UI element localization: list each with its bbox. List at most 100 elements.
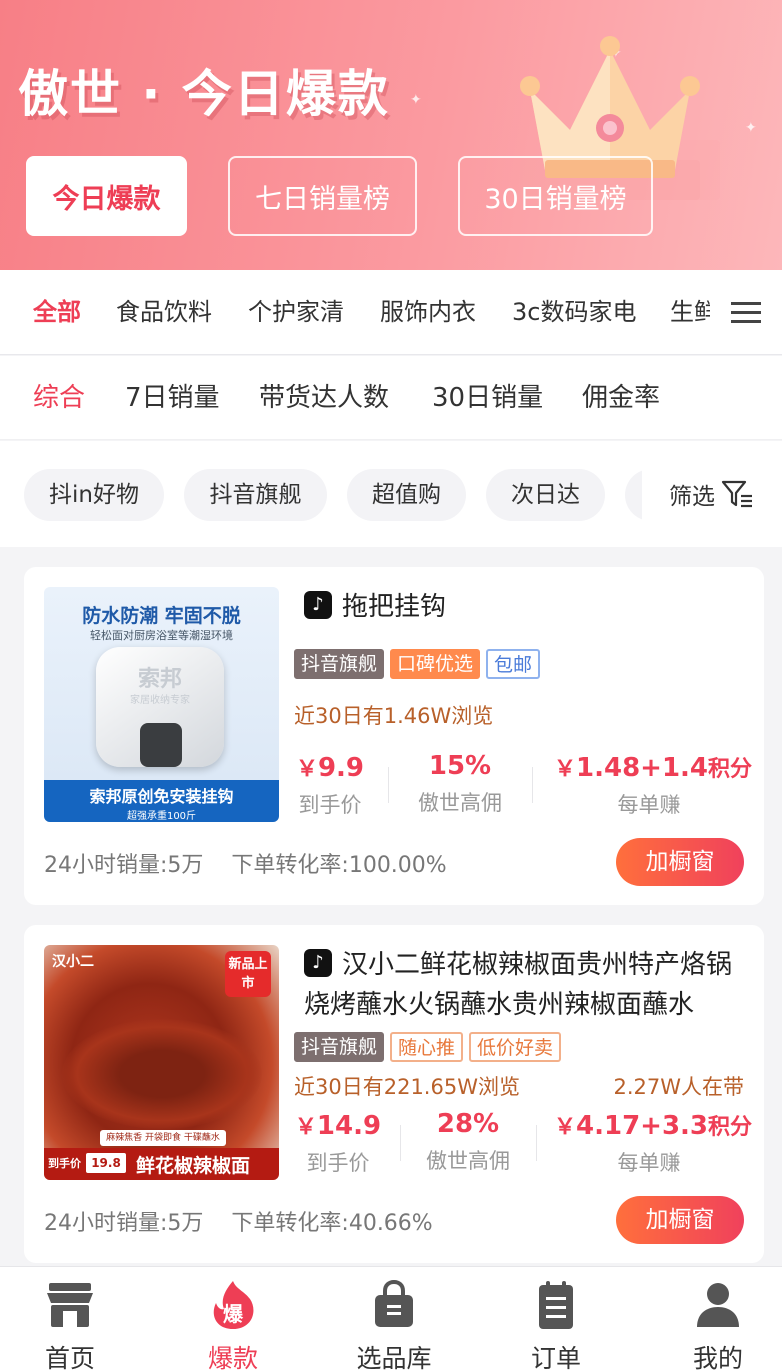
sales-footer: 24小时销量:5万 下单转化率:40.66%	[44, 1205, 433, 1237]
tag-random-promote: 随心推	[390, 1032, 464, 1062]
sort-seven-day-sales[interactable]: 7日销量	[125, 356, 220, 440]
store-icon	[47, 1283, 93, 1327]
image-subtext: 轻松面对厨房浴室等潮湿环境	[90, 629, 233, 642]
price-value: 9.9	[317, 753, 365, 783]
sparkle-icon: ✦	[745, 120, 757, 136]
earn-metric: ￥1.48+1.4积分 每单赚	[554, 753, 753, 817]
image-brand-sub: 家居收纳专家	[130, 695, 190, 706]
earn-value: 1.48+1.4	[576, 753, 709, 783]
price-label: 到手价	[306, 1151, 370, 1175]
nav-product-library[interactable]: 选品库	[316, 1267, 472, 1370]
earn-metric: ￥4.17+3.3积分 每单赚	[554, 1111, 753, 1175]
divider	[536, 1125, 537, 1161]
header-banner: ✦ ✦ ✦ 傲世 · 今日爆款 今日爆款 七日销量榜 30日销量榜	[0, 0, 782, 270]
nav-product-library-label: 选品库	[356, 1344, 432, 1370]
chip-value-buy[interactable]: 超值购	[347, 469, 466, 521]
image-banner-sub: 超强承重100斤	[126, 811, 197, 822]
user-icon	[697, 1283, 739, 1327]
sales-24h: 24小时销量:5万	[44, 1211, 204, 1236]
sort-commission-rate[interactable]: 佣金率	[582, 356, 660, 440]
earn-label: 每单赚	[617, 1151, 681, 1175]
chip-douyin-flagship[interactable]: 抖音旗舰	[184, 469, 327, 521]
category-all[interactable]: 全部	[33, 270, 81, 354]
product-card[interactable]: 防水防潮 牢固不脱 轻松面对厨房浴室等潮湿环境 索邦 家居收纳专家 索邦原创免安…	[24, 567, 764, 905]
hamburger-menu-icon[interactable]	[710, 270, 782, 354]
price-label: 到手价	[298, 793, 362, 817]
add-to-showcase-button[interactable]: 加橱窗	[616, 1196, 744, 1244]
tab-today-hot[interactable]: 今日爆款	[26, 156, 187, 236]
nav-profile[interactable]: 我的	[640, 1267, 782, 1370]
category-3c-electronics[interactable]: 3c数码家电	[512, 270, 636, 354]
product-title[interactable]: 汉小二鲜花椒辣椒面贵州特产烙锅烧烤蘸水火锅蘸水贵州辣椒面蘸水	[304, 945, 744, 1025]
image-brand: 汉小二	[52, 954, 94, 970]
sales-footer: 24小时销量:5万 下单转化率:100.00%	[44, 847, 447, 879]
category-apparel[interactable]: 服饰内衣	[380, 270, 476, 354]
sort-thirty-day-sales[interactable]: 30日销量	[432, 356, 543, 440]
product-image[interactable]: 汉小二 新品上市 麻辣焦香 开袋即食 干碟蘸水 到手价 19.8 鲜花椒辣椒面	[44, 945, 279, 1180]
product-title-text: 拖把挂钩	[342, 592, 447, 622]
hook-device: 索邦 家居收纳专家	[96, 647, 224, 767]
category-food-drink[interactable]: 食品饮料	[116, 270, 212, 354]
earn-suffix: 积分	[708, 757, 753, 782]
tag-low-price: 低价好卖	[469, 1032, 562, 1062]
image-headline: 防水防潮 牢固不脱	[82, 605, 241, 627]
product-title-text: 汉小二鲜花椒辣椒面贵州特产烙锅烧烤蘸水火锅蘸水贵州辣椒面蘸水	[304, 950, 733, 1020]
tag-row: 抖音旗舰 随心推 低价好卖	[294, 1032, 562, 1062]
tab-thirty-day-sales[interactable]: 30日销量榜	[458, 156, 653, 236]
commission-label: 傲世高佣	[418, 791, 502, 815]
chip-next-day[interactable]: 次日达	[486, 469, 605, 521]
divider	[532, 767, 533, 803]
image-badge: 新品上市	[225, 951, 271, 997]
sort-bar: 综合 7日销量 带货达人数 30日销量 佣金率	[0, 356, 782, 440]
nav-orders-label: 订单	[530, 1344, 581, 1370]
tag-douyin-flagship: 抖音旗舰	[294, 1032, 385, 1062]
filter-button[interactable]: 筛选	[642, 441, 782, 547]
nav-home[interactable]: 首页	[0, 1267, 148, 1370]
shopping-bag-icon	[375, 1279, 413, 1327]
divider	[388, 767, 389, 803]
image-banner-text: 鲜花椒辣椒面	[136, 1155, 251, 1177]
image-banner-text: 索邦原创免安装挂钩	[89, 787, 234, 806]
filter-chip-bar: 抖in好物 抖音旗舰 超值购 次日达 筛选	[0, 441, 782, 547]
commission-label: 傲世高佣	[426, 1149, 510, 1173]
tag-reputation: 口碑优选	[390, 649, 481, 679]
image-brand: 索邦	[137, 667, 182, 692]
views-text: 近30日有221.65W浏览	[294, 1075, 520, 1099]
image-price-tag: 到手价	[48, 1157, 81, 1170]
image-slogan: 麻辣焦香 开袋即食 干碟蘸水	[100, 1130, 226, 1146]
sales-24h: 24小时销量:5万	[44, 853, 204, 878]
commission-value: 28%	[436, 1109, 500, 1139]
douyin-icon	[304, 591, 332, 619]
product-title[interactable]: 拖把挂钩	[304, 587, 744, 627]
nav-orders[interactable]: 订单	[478, 1267, 634, 1370]
product-card[interactable]: 汉小二 新品上市 麻辣焦香 开袋即食 干碟蘸水 到手价 19.8 鲜花椒辣椒面 …	[24, 925, 764, 1263]
bottom-navigation: 首页 爆 爆款 选品库 订单 我的	[0, 1266, 782, 1370]
filter-label: 筛选	[669, 484, 715, 510]
tag-row: 抖音旗舰 口碑优选 包邮	[294, 649, 541, 679]
product-image[interactable]: 防水防潮 牢固不脱 轻松面对厨房浴室等潮湿环境 索邦 家居收纳专家 索邦原创免安…	[44, 587, 279, 822]
earn-label: 每单赚	[617, 793, 681, 817]
price-metric: ￥9.9 到手价	[290, 751, 370, 819]
add-to-showcase-button[interactable]: 加橱窗	[616, 838, 744, 886]
nav-profile-label: 我的	[692, 1344, 743, 1370]
filter-funnel-icon	[721, 480, 752, 508]
commission-value: 15%	[428, 751, 492, 781]
category-personal-care[interactable]: 个护家清	[248, 270, 344, 354]
image-banner: 索邦原创免安装挂钩 超强承重100斤	[44, 780, 279, 822]
divider	[400, 1125, 401, 1161]
douyin-icon	[304, 949, 332, 977]
sort-comprehensive[interactable]: 综合	[33, 356, 85, 440]
tab-seven-day-sales[interactable]: 七日销量榜	[228, 156, 417, 236]
sort-influencer-count[interactable]: 带货达人数	[259, 356, 389, 440]
conversion-rate: 下单转化率:40.66%	[231, 1211, 433, 1236]
chip-douyin-good[interactable]: 抖in好物	[24, 469, 164, 521]
earn-suffix: 积分	[708, 1115, 753, 1140]
conversion-rate: 下单转化率:100.00%	[231, 853, 447, 878]
hot-flame-icon: 爆	[213, 1281, 254, 1329]
nav-home-label: 首页	[44, 1344, 95, 1370]
nav-hot[interactable]: 爆 爆款	[155, 1267, 311, 1370]
image-banner: 到手价 19.8 鲜花椒辣椒面	[44, 1148, 279, 1180]
page-title: 傲世 · 今日爆款	[18, 65, 390, 123]
in-bring-count: 2.27W人在带	[613, 1075, 744, 1099]
price-value: 14.9	[316, 1111, 382, 1141]
